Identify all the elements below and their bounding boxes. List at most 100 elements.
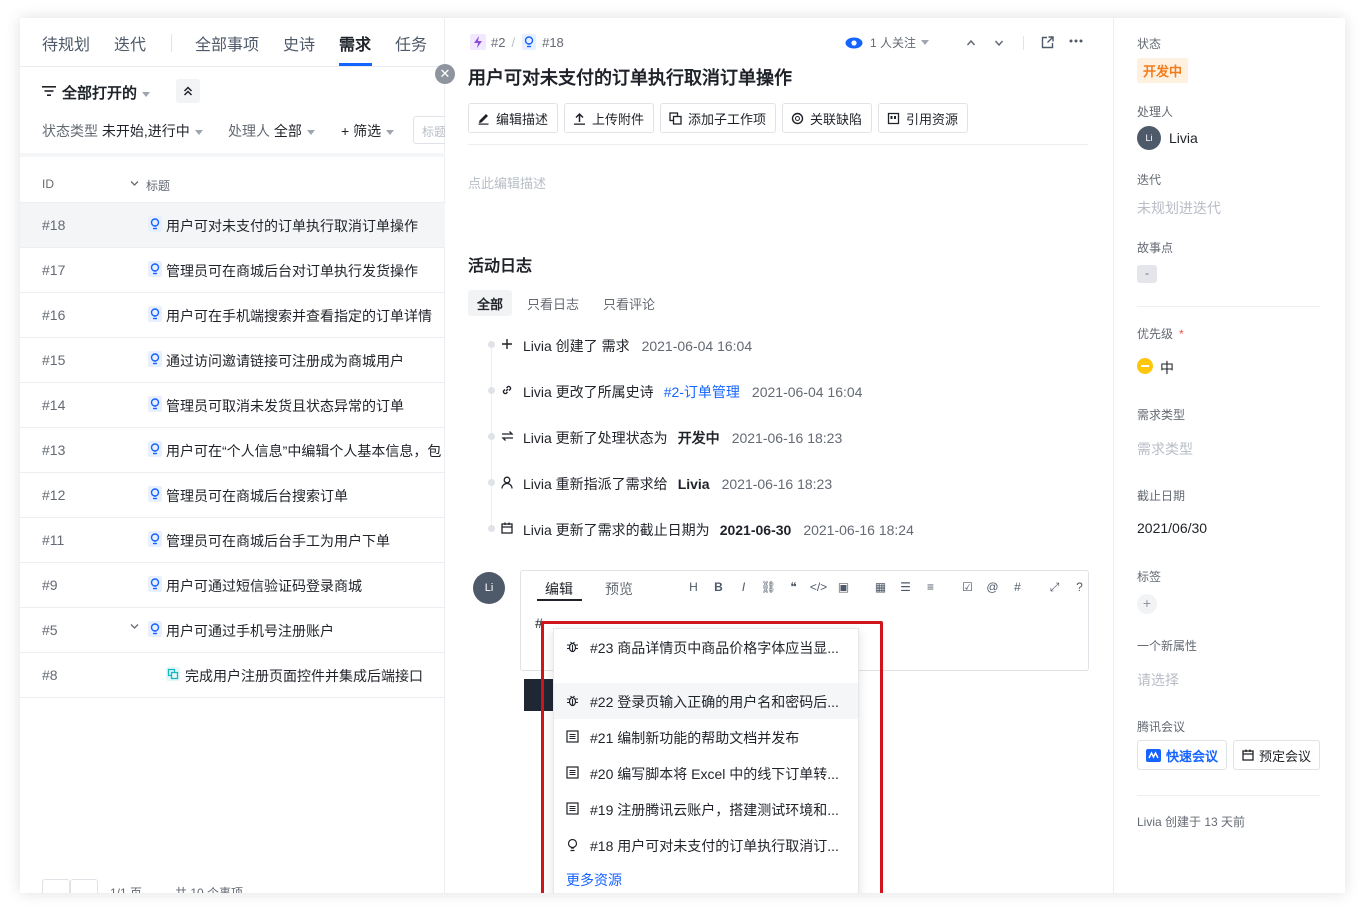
- mention-icon[interactable]: @: [980, 580, 1005, 595]
- divider: [1137, 306, 1320, 307]
- bold-icon[interactable]: B: [706, 580, 731, 595]
- due-date-label: 截止日期: [1137, 489, 1186, 503]
- highlight-annotation-box: [541, 621, 883, 893]
- italic-icon[interactable]: I: [731, 580, 756, 595]
- table-row[interactable]: #9 用户可通过短信验证码登录商城: [20, 563, 445, 608]
- image-icon[interactable]: ▣: [831, 580, 856, 595]
- tencent-meeting-icon: [1146, 748, 1161, 762]
- editor-tab-edit[interactable]: 编辑: [545, 579, 573, 599]
- hash-icon[interactable]: #: [1005, 580, 1030, 595]
- story-points-value[interactable]: -: [1137, 265, 1157, 283]
- editor-tab-preview[interactable]: 预览: [605, 579, 633, 599]
- timeline-value: 2021-06-30: [719, 522, 792, 538]
- checkbox-icon[interactable]: ☑: [955, 580, 980, 595]
- epic-link[interactable]: #2-订单管理: [664, 382, 740, 402]
- next-page-button[interactable]: [70, 879, 98, 893]
- activity-tab-comments[interactable]: 只看评论: [594, 290, 664, 316]
- divider: [468, 144, 1088, 145]
- link-icon: [502, 385, 512, 395]
- page-indicator: 1/1 页: [110, 886, 143, 893]
- list-header: ID 标题: [20, 153, 445, 203]
- link-defect-button[interactable]: 关联缺陷: [782, 103, 873, 133]
- column-title: 标题: [146, 179, 171, 193]
- required-star: *: [1179, 327, 1184, 341]
- link-icon[interactable]: ⛓: [756, 580, 781, 595]
- help-icon[interactable]: ?: [1067, 580, 1092, 595]
- custom-field-select[interactable]: 请选择: [1137, 670, 1179, 690]
- chevron-up-icon[interactable]: [966, 38, 976, 48]
- code-icon[interactable]: </>: [806, 580, 831, 595]
- more-icon[interactable]: [1069, 39, 1083, 43]
- editor-toolbar: H B I ⛓ ❝ </> ▣ ▦ ☰ ≡ ☑ @ # ⤢ ?: [681, 580, 1092, 595]
- chevrons-up-icon: [183, 86, 193, 96]
- add-filter-button[interactable]: + 筛选: [341, 121, 395, 141]
- table-icon[interactable]: ▦: [868, 580, 893, 595]
- tab-all-items[interactable]: 全部事项: [195, 31, 259, 55]
- defect-icon: [791, 112, 804, 124]
- timeline-time: 2021-06-16 18:23: [721, 476, 833, 492]
- add-tag-button[interactable]: +: [1137, 594, 1157, 614]
- chevron-down-icon[interactable]: [994, 38, 1004, 48]
- collapse-filters-button[interactable]: [176, 79, 200, 103]
- table-row[interactable]: #16 用户可在手机端搜索并查看指定的订单详情: [20, 293, 445, 338]
- row-title: 用户可通过短信验证码登录商城: [166, 578, 362, 594]
- book-meeting-button[interactable]: 预定会议: [1233, 740, 1321, 770]
- tab-requirement[interactable]: 需求: [339, 31, 371, 55]
- follow-button[interactable]: 1 人关注: [845, 34, 930, 51]
- add-subitem-button[interactable]: 添加子工作项: [660, 103, 777, 133]
- timeline-entry: Livia 重新指派了需求给 Livia 2021-06-16 18:23: [501, 474, 833, 494]
- status-type-filter[interactable]: 状态类型 未开始,进行中: [42, 121, 203, 141]
- status-badge[interactable]: 开发中: [1137, 58, 1189, 83]
- toolbar-gap: [943, 580, 955, 595]
- iteration-value[interactable]: 未规划进迭代: [1137, 198, 1221, 218]
- priority-icon: [1137, 358, 1153, 374]
- ordered-list-icon[interactable]: ☰: [893, 580, 918, 595]
- table-row[interactable]: #15 通过访问邀请链接可注册成为商城用户: [20, 338, 445, 383]
- fullscreen-icon[interactable]: ⤢: [1042, 580, 1067, 595]
- due-date-value[interactable]: 2021/06/30: [1137, 520, 1207, 536]
- tab-backlog[interactable]: 待规划: [42, 31, 90, 55]
- close-icon[interactable]: ✕: [435, 64, 455, 84]
- table-row[interactable]: #8 完成用户注册页面控件并集成后端接口: [20, 653, 445, 698]
- quick-meeting-button[interactable]: 快速会议: [1137, 740, 1228, 770]
- upload-attachment-button[interactable]: 上传附件: [564, 103, 655, 133]
- properties-panel: 状态 开发中 处理人 Li Livia 迭代 未规划进迭代 故事点 - 优先级 *…: [1113, 18, 1345, 893]
- activity-tab-all[interactable]: 全部: [468, 290, 513, 316]
- view-selector[interactable]: 全部打开的: [62, 82, 151, 103]
- swap-icon: [501, 431, 514, 441]
- edit-description-button[interactable]: 编辑描述: [468, 103, 559, 133]
- epic-link[interactable]: #2: [491, 35, 505, 50]
- table-row[interactable]: #11 管理员可在商城后台手工为用户下单: [20, 518, 445, 563]
- assignee-name[interactable]: Livia: [1169, 130, 1198, 146]
- chevron-down-icon[interactable]: [130, 179, 139, 188]
- bullet-list-icon[interactable]: ≡: [918, 580, 943, 595]
- table-row[interactable]: #13 用户可在“个人信息”中编辑个人基本信息，包: [20, 428, 445, 473]
- timeline-entry: Livia 更改了所属史诗 #2-订单管理 2021-06-04 16:04: [502, 382, 863, 402]
- quick-meeting-label: 快速会议: [1166, 748, 1219, 764]
- table-row[interactable]: #17 管理员可在商城后台对订单执行发货操作: [20, 248, 445, 293]
- toolbar-gap: [856, 580, 868, 595]
- priority-value[interactable]: 中: [1160, 358, 1174, 378]
- table-row[interactable]: #14 管理员可取消未发货且状态异常的订单: [20, 383, 445, 428]
- req-type-value[interactable]: 需求类型: [1137, 439, 1193, 459]
- prev-page-button[interactable]: [42, 879, 70, 893]
- tab-iteration[interactable]: 迭代: [114, 31, 146, 55]
- detail-title[interactable]: 用户可对未支付的订单执行取消订单操作: [468, 64, 792, 90]
- assignee-filter[interactable]: 处理人 全部: [228, 121, 315, 141]
- row-id: #12: [42, 487, 66, 503]
- table-row[interactable]: #5 用户可通过手机号注册账户: [20, 608, 445, 653]
- expand-chevron-icon[interactable]: [130, 622, 139, 631]
- table-row[interactable]: #18 用户可对未支付的订单执行取消订单操作: [20, 203, 445, 248]
- open-external-icon[interactable]: [1041, 36, 1054, 49]
- quote-icon[interactable]: ❝: [781, 580, 806, 595]
- heading-icon[interactable]: H: [681, 580, 706, 595]
- timeline-entry: Livia 更新了需求的截止日期为 2021-06-30 2021-06-16 …: [501, 520, 914, 540]
- reference-resource-button[interactable]: 引用资源: [878, 103, 969, 133]
- activity-tab-logs[interactable]: 只看日志: [518, 290, 588, 316]
- tab-task[interactable]: 任务: [395, 31, 427, 55]
- description-placeholder[interactable]: 点此编辑描述: [468, 173, 546, 192]
- timeline-text: Livia 重新指派了需求给: [523, 476, 668, 492]
- timeline-time: 2021-06-04 16:04: [751, 384, 863, 400]
- table-row[interactable]: #12 管理员可在商城后台搜索订单: [20, 473, 445, 518]
- tab-epic[interactable]: 史诗: [283, 31, 315, 55]
